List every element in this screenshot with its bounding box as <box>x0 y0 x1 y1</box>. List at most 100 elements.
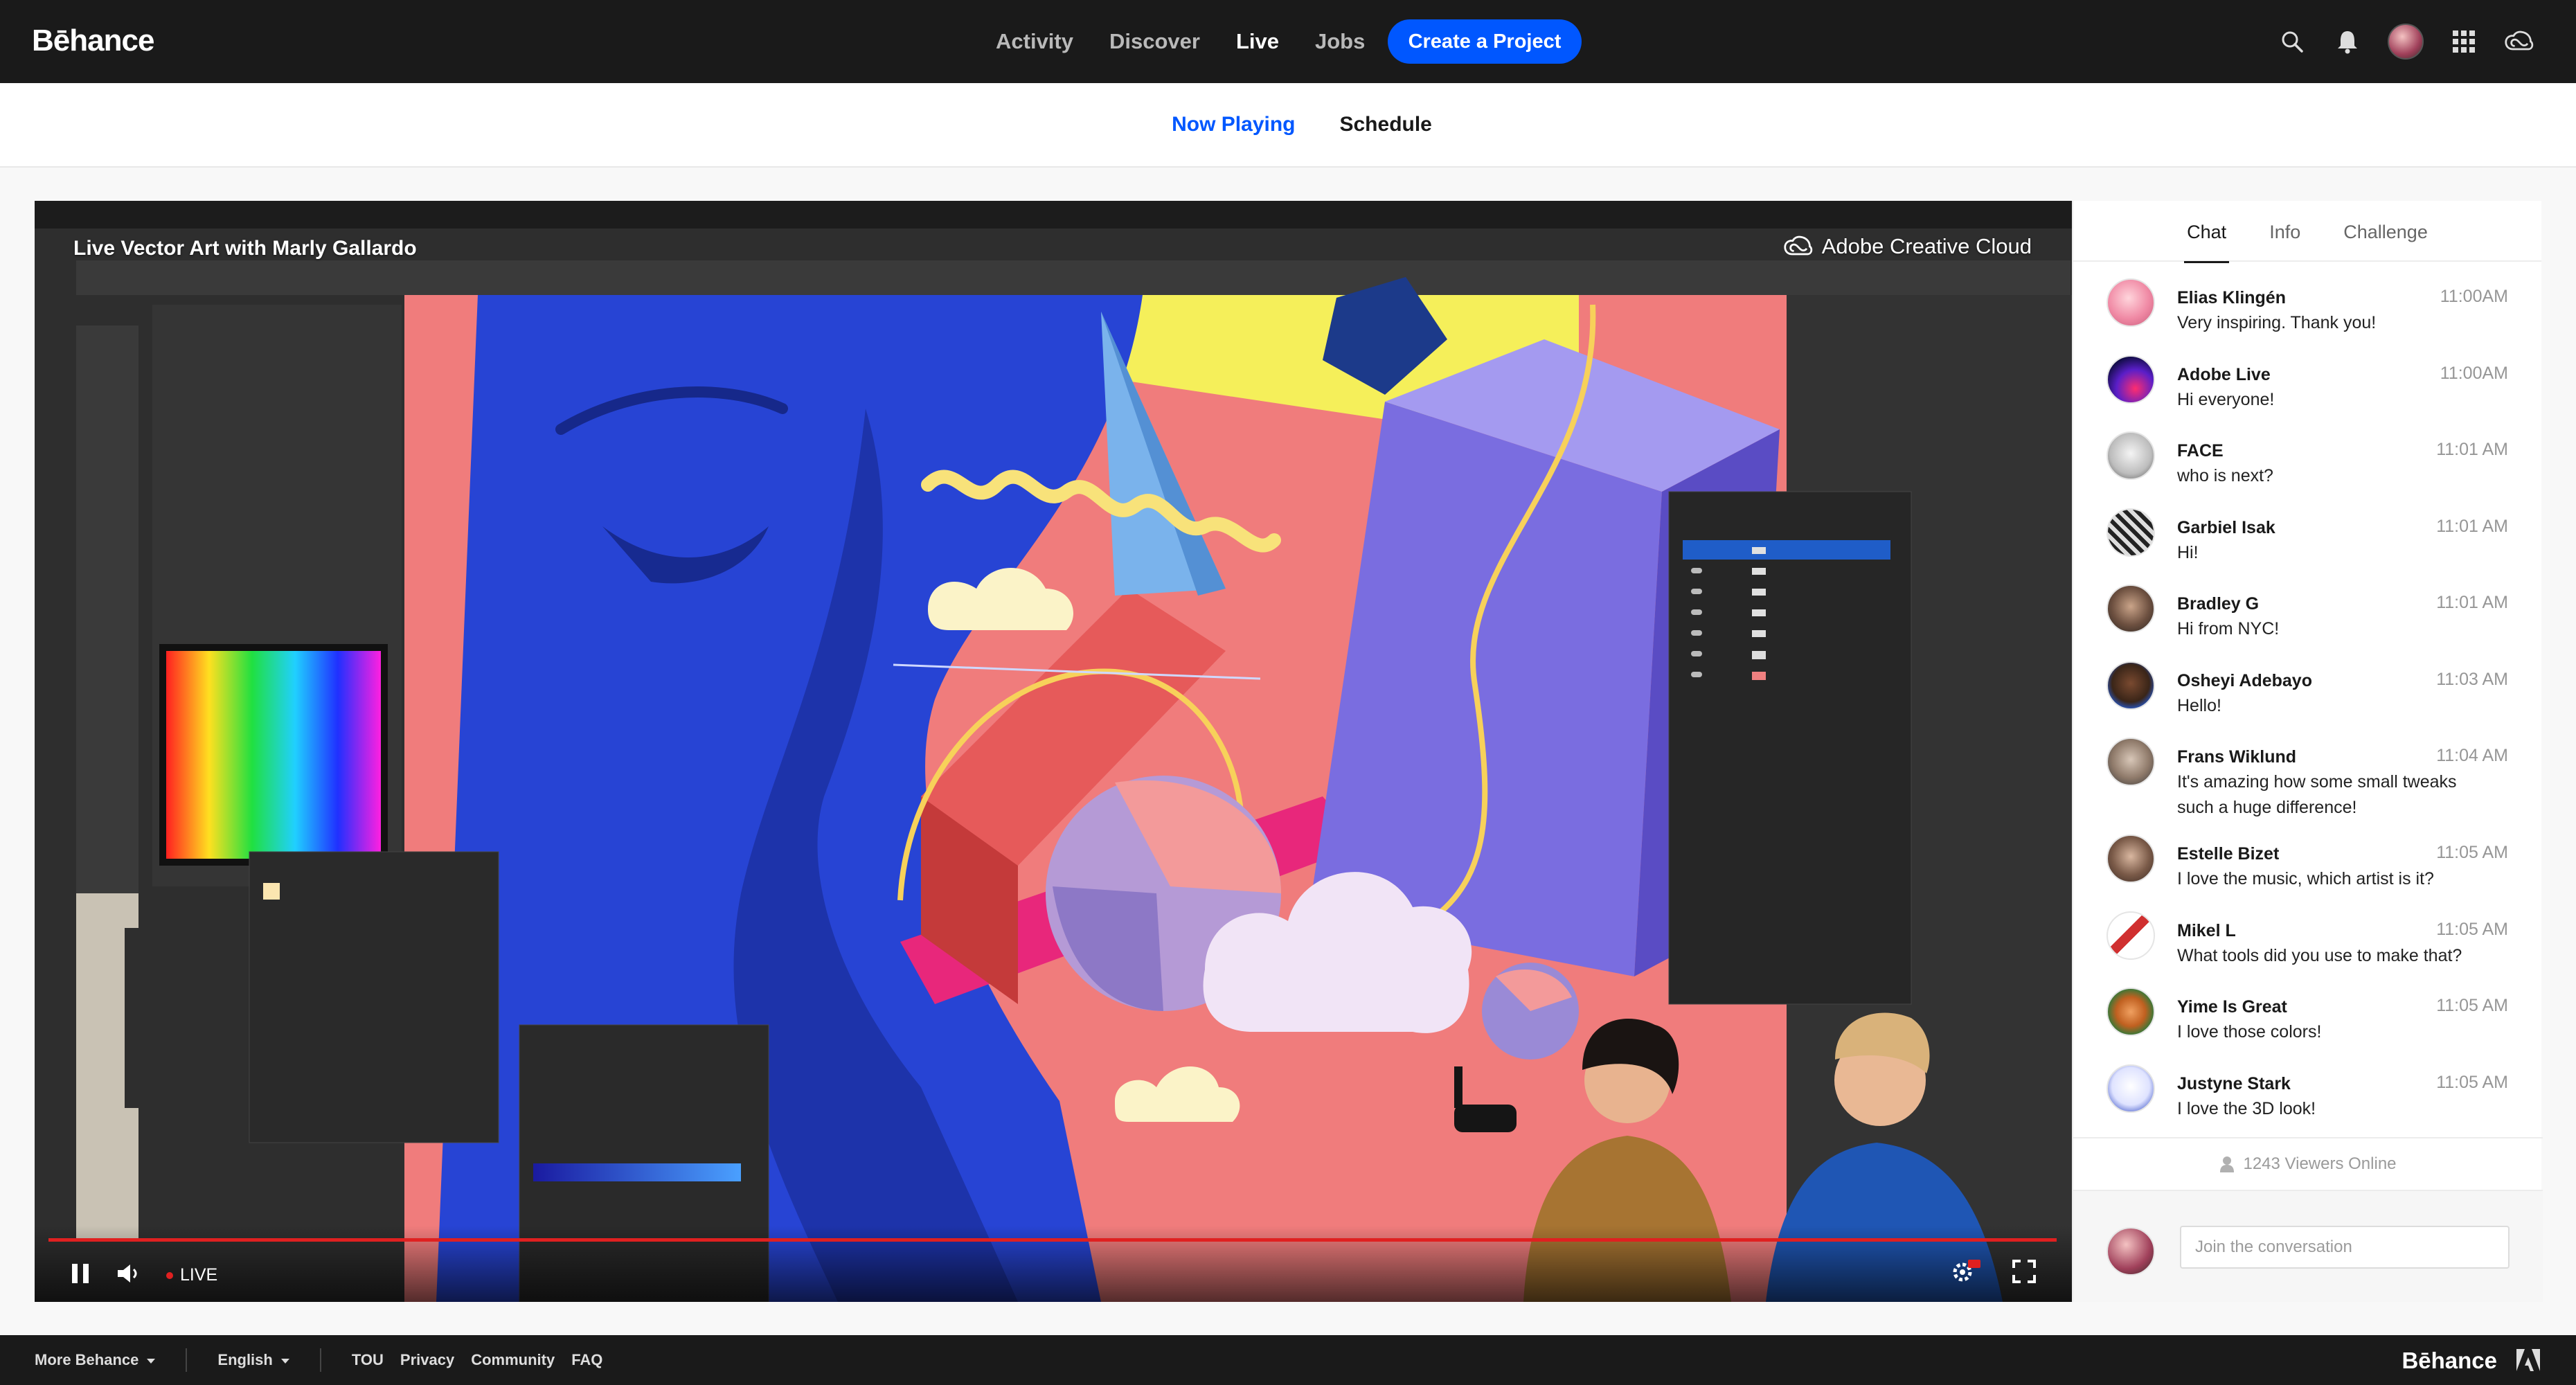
avatar[interactable] <box>2107 431 2155 480</box>
chat-panel: Chat Info Challenge Elias Klingén 11:00A… <box>2072 201 2543 1302</box>
nav-discover[interactable]: Discover <box>1109 29 1200 54</box>
tab-schedule[interactable]: Schedule <box>1339 113 1431 136</box>
avatar[interactable] <box>2107 738 2155 786</box>
chat-message: Justyne Stark 11:05 AM I love the 3D loo… <box>2073 1064 2543 1141</box>
nav-activity[interactable]: Activity <box>996 29 1073 54</box>
creative-cloud-icon[interactable] <box>2504 26 2534 57</box>
adobe-icon[interactable] <box>2516 1349 2540 1375</box>
brand-label: Adobe Creative Cloud <box>1821 234 2032 258</box>
video-frame <box>35 201 2072 1302</box>
message-time: 11:05 AM <box>2436 996 2508 1015</box>
more-behance-label: More Behance <box>35 1351 139 1368</box>
create-project-button[interactable]: Create a Project <box>1388 19 1582 64</box>
message-text: Hi from NYC! <box>2177 619 2280 638</box>
bell-icon[interactable] <box>2332 26 2363 57</box>
settings-hd-icon[interactable] <box>1951 1258 1980 1288</box>
person-icon <box>2220 1156 2235 1172</box>
viewers-online: 1243 Viewers Online <box>2073 1137 2543 1176</box>
chat-message: FACE 11:01 AM who is next? <box>2073 431 2543 508</box>
divider <box>319 1348 321 1372</box>
chat-tabs: Chat Info Challenge <box>2073 201 2541 263</box>
chat-message: Estelle Bizet 11:05 AM I love the music,… <box>2073 834 2543 911</box>
live-indicator: LIVE <box>166 1265 217 1285</box>
nav-jobs[interactable]: Jobs <box>1315 29 1365 54</box>
chat-message: Elias Klingén 11:00AM Very inspiring. Th… <box>2073 278 2543 355</box>
tab-challenge[interactable]: Challenge <box>2343 222 2428 262</box>
avatar[interactable] <box>2107 278 2155 327</box>
message-text: Hi! <box>2177 542 2199 562</box>
apps-grid-icon[interactable] <box>2449 26 2479 57</box>
message-text: who is next? <box>2177 466 2273 485</box>
avatar[interactable] <box>2107 1064 2155 1113</box>
message-text: It's amazing how some small tweaks such … <box>2177 772 2457 817</box>
message-time: 11:00AM <box>2440 287 2508 306</box>
message-time: 11:03 AM <box>2436 669 2508 689</box>
avatar[interactable] <box>2107 988 2155 1036</box>
chat-message: Garbiel Isak 11:01 AM Hi! <box>2073 508 2543 585</box>
behance-logo[interactable]: Bēhance <box>32 24 154 58</box>
more-behance-dropdown[interactable]: More Behance <box>35 1351 156 1369</box>
message-time: 11:05 AM <box>2436 1072 2508 1092</box>
message-text: What tools did you use to make that? <box>2177 945 2462 965</box>
user-avatar[interactable] <box>2388 24 2424 60</box>
message-text: I love the music, which artist is it? <box>2177 869 2434 888</box>
live-video-player[interactable]: Live Vector Art with Marly Gallardo Adob… <box>35 201 2072 1302</box>
nav-live[interactable]: Live <box>1236 29 1279 54</box>
fullscreen-icon[interactable] <box>2012 1260 2036 1287</box>
chat-message: Frans Wiklund 11:04 AM It's amazing how … <box>2073 738 2543 834</box>
footer-link-faq[interactable]: FAQ <box>571 1351 602 1369</box>
top-navbar: Bēhance Activity Discover Live Jobs Crea… <box>0 0 2576 83</box>
video-title: Live Vector Art with Marly Gallardo <box>73 237 417 260</box>
footer-link-community[interactable]: Community <box>471 1351 555 1369</box>
pause-icon[interactable] <box>71 1262 90 1288</box>
language-dropdown[interactable]: English <box>217 1351 289 1369</box>
message-time: 11:01 AM <box>2436 440 2508 459</box>
footer-behance-logo[interactable]: Bēhance <box>2401 1348 2497 1374</box>
creative-cloud-icon <box>1784 235 1812 256</box>
footer-link-privacy[interactable]: Privacy <box>400 1351 454 1369</box>
top-icons <box>2277 0 2534 83</box>
live-dot <box>166 1271 173 1279</box>
chat-message: Adobe Live 11:00AM Hi everyone! <box>2073 355 2543 432</box>
chat-input[interactable] <box>2180 1226 2510 1269</box>
progress-bar[interactable] <box>48 1238 2057 1242</box>
message-text: Hello! <box>2177 695 2221 715</box>
player-controls: LIVE <box>35 1226 2072 1302</box>
search-icon[interactable] <box>2277 26 2307 57</box>
message-text: I love those colors! <box>2177 1022 2322 1042</box>
message-time: 11:01 AM <box>2436 593 2508 612</box>
message-text: Very inspiring. Thank you! <box>2177 313 2377 332</box>
tab-now-playing[interactable]: Now Playing <box>1172 113 1295 136</box>
chat-message-list: Elias Klingén 11:00AM Very inspiring. Th… <box>2073 278 2543 1141</box>
message-text: Hi everyone! <box>2177 389 2275 409</box>
avatar[interactable] <box>2107 1227 2155 1276</box>
chat-composer <box>2073 1190 2543 1302</box>
chevron-down-icon <box>280 1358 289 1364</box>
message-time: 11:05 AM <box>2436 919 2508 939</box>
message-time: 11:00AM <box>2440 363 2508 383</box>
live-label: LIVE <box>180 1265 218 1285</box>
message-time: 11:04 AM <box>2436 746 2508 765</box>
live-subnav: Now Playing Schedule <box>0 83 2576 168</box>
tab-info[interactable]: Info <box>2269 222 2300 262</box>
chat-message: Osheyi Adebayo 11:03 AM Hello! <box>2073 661 2543 738</box>
chat-message: Yime Is Great 11:05 AM I love those colo… <box>2073 988 2543 1064</box>
footer-link-tou[interactable]: TOU <box>352 1351 384 1369</box>
avatar[interactable] <box>2107 355 2155 404</box>
volume-icon[interactable] <box>116 1262 140 1288</box>
message-text: I love the 3D look! <box>2177 1098 2316 1118</box>
chevron-down-icon <box>147 1358 156 1364</box>
avatar[interactable] <box>2107 508 2155 557</box>
message-time: 11:05 AM <box>2436 843 2508 862</box>
footer-links: TOU Privacy Community FAQ <box>352 1351 603 1369</box>
chat-message: Mikel L 11:05 AM What tools did you use … <box>2073 911 2543 988</box>
avatar[interactable] <box>2107 834 2155 883</box>
viewers-count: 1243 Viewers Online <box>2243 1154 2397 1173</box>
chat-message: Bradley G 11:01 AM Hi from NYC! <box>2073 584 2543 661</box>
avatar[interactable] <box>2107 911 2155 960</box>
adobe-creative-cloud-badge: Adobe Creative Cloud <box>1783 234 2032 259</box>
avatar[interactable] <box>2107 584 2155 633</box>
avatar[interactable] <box>2107 661 2155 710</box>
language-label: English <box>217 1351 273 1368</box>
tab-chat[interactable]: Chat <box>2184 222 2230 263</box>
